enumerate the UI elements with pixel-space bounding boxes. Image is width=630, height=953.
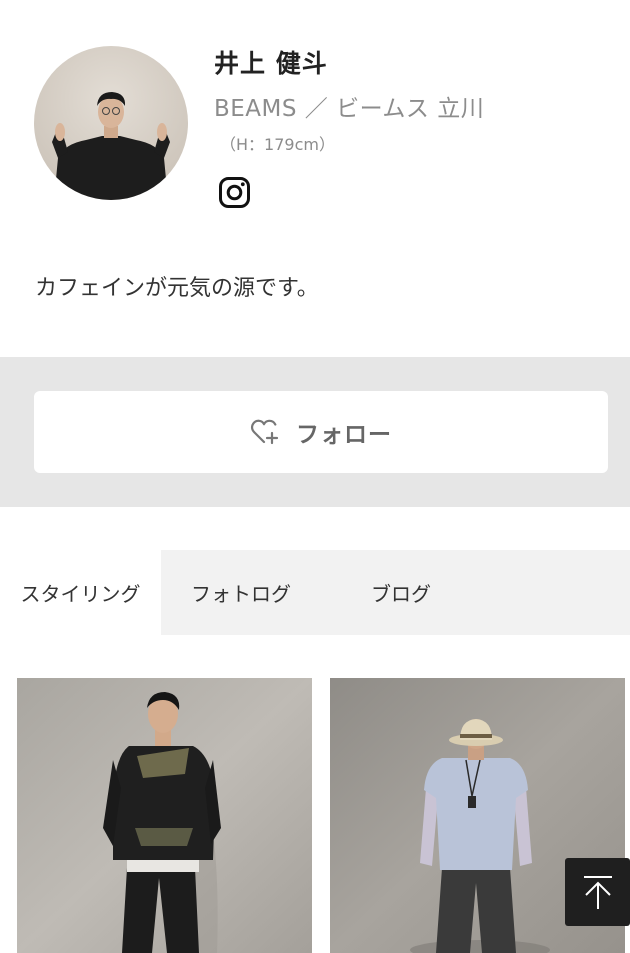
tab-blog[interactable]: ブログ xyxy=(321,550,481,635)
shop-name[interactable]: BEAMS ／ ビームス 立川 xyxy=(214,89,484,123)
staff-profile-page: 井上 健斗 BEAMS ／ ビームス 立川 （H：179cm） カフェインが元気… xyxy=(0,0,630,953)
tab-styling[interactable]: スタイリング xyxy=(0,550,161,635)
follow-section: フォロー xyxy=(0,357,630,507)
follow-label: フォロー xyxy=(296,422,392,448)
avatar[interactable] xyxy=(34,46,188,200)
heart-plus-icon xyxy=(250,419,279,445)
arrow-up-to-top-icon xyxy=(583,876,612,909)
staff-name: 井上 健斗 xyxy=(214,49,328,78)
styling-image-1 xyxy=(17,678,312,953)
back-to-top-button[interactable] xyxy=(565,858,630,926)
styling-photo-1[interactable] xyxy=(17,678,312,953)
staff-bio: カフェインが元気の源です。 xyxy=(35,276,319,301)
tab-photolog[interactable]: フォトログ xyxy=(161,550,321,635)
avatar-photo xyxy=(52,92,170,200)
content-tabs: スタイリング フォトログ ブログ xyxy=(0,550,630,635)
staff-height: （H：179cm） xyxy=(220,135,335,154)
instagram-icon[interactable] xyxy=(218,176,251,209)
follow-button[interactable]: フォロー xyxy=(34,391,608,473)
